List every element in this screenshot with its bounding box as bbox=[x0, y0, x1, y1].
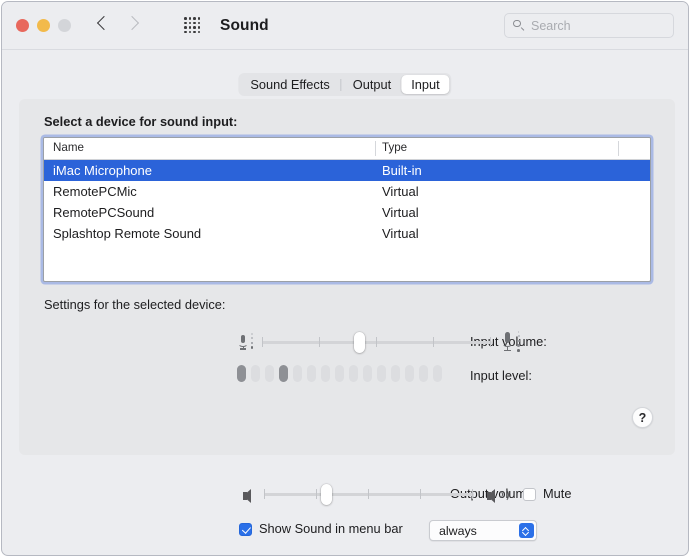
device-type: Virtual bbox=[382, 202, 419, 223]
microphone-small-level-dots bbox=[250, 333, 254, 349]
close-window-button[interactable] bbox=[16, 19, 29, 32]
output-volume-row: Output volume: Mute bbox=[2, 481, 689, 507]
search-placeholder: Search bbox=[531, 19, 571, 33]
device-list-label: Select a device for sound input: bbox=[44, 114, 237, 129]
search-icon bbox=[513, 20, 525, 32]
level-segment bbox=[433, 365, 442, 382]
table-row[interactable]: iMac Microphone Built-in bbox=[44, 160, 650, 181]
column-header-type[interactable]: Type bbox=[382, 141, 407, 154]
slider-tick bbox=[433, 337, 434, 347]
menu-bar-mode-value: always bbox=[439, 524, 477, 538]
microphone-large-icon bbox=[500, 331, 515, 352]
slider-tick bbox=[420, 489, 421, 499]
mute-label[interactable]: Mute bbox=[543, 486, 571, 501]
slider-tick bbox=[472, 489, 473, 499]
level-segment bbox=[419, 365, 428, 382]
tab-output[interactable]: Output bbox=[343, 75, 401, 94]
tab-sound-effects[interactable]: Sound Effects bbox=[240, 75, 339, 94]
input-volume-row: Input volume: bbox=[19, 329, 675, 355]
menu-bar-row: Show Sound in menu bar always bbox=[2, 518, 689, 544]
column-header-name[interactable]: Name bbox=[53, 141, 84, 154]
input-volume-slider[interactable] bbox=[262, 331, 492, 353]
level-segment bbox=[237, 365, 246, 382]
window-titlebar: Sound Search bbox=[2, 2, 688, 50]
input-level-row: Input level: bbox=[19, 365, 675, 387]
slider-tick bbox=[262, 337, 263, 347]
slider-tick bbox=[368, 489, 369, 499]
level-segment bbox=[279, 365, 288, 382]
level-segment bbox=[377, 365, 386, 382]
level-segment bbox=[363, 365, 372, 382]
settings-label: Settings for the selected device: bbox=[44, 297, 225, 312]
slider-tick bbox=[319, 337, 320, 347]
forward-chevron-icon[interactable] bbox=[127, 14, 138, 32]
speaker-high-icon bbox=[487, 486, 507, 503]
table-row[interactable]: RemotePCSound Virtual bbox=[44, 202, 650, 223]
device-type: Virtual bbox=[382, 223, 419, 244]
level-segment bbox=[265, 365, 274, 382]
device-name: Splashtop Remote Sound bbox=[53, 223, 201, 244]
input-device-table[interactable]: Name Type iMac Microphone Built-in Remot… bbox=[43, 137, 651, 282]
show-in-menu-bar-label[interactable]: Show Sound in menu bar bbox=[259, 521, 403, 536]
back-chevron-icon[interactable] bbox=[98, 14, 109, 32]
segmented-tabs: Sound Effects Output Input bbox=[238, 73, 451, 96]
level-segment bbox=[293, 365, 302, 382]
device-name: iMac Microphone bbox=[53, 160, 152, 181]
level-segment bbox=[335, 365, 344, 382]
level-segment bbox=[349, 365, 358, 382]
navigation-buttons bbox=[98, 14, 138, 32]
traffic-lights bbox=[16, 19, 71, 32]
device-type: Virtual bbox=[382, 181, 419, 202]
mute-checkbox[interactable] bbox=[523, 488, 536, 501]
show-in-menu-bar-checkbox[interactable] bbox=[239, 523, 252, 536]
zoom-window-button[interactable] bbox=[58, 19, 71, 32]
input-level-label: Input level: bbox=[470, 368, 675, 383]
speaker-low-icon bbox=[243, 486, 253, 503]
table-row[interactable]: Splashtop Remote Sound Virtual bbox=[44, 223, 650, 244]
tab-separator bbox=[341, 79, 342, 91]
output-volume-slider[interactable] bbox=[264, 483, 474, 505]
column-divider[interactable] bbox=[618, 141, 619, 156]
tab-input[interactable]: Input bbox=[401, 75, 449, 94]
sound-preferences-window: Sound Search Sound Effects Output Input … bbox=[1, 1, 689, 556]
slider-tick bbox=[490, 337, 491, 347]
microphone-large-level-dots bbox=[516, 331, 521, 352]
microphone-small-icon bbox=[237, 334, 249, 350]
input-settings-panel: Select a device for sound input: Name Ty… bbox=[19, 99, 675, 455]
chevron-updown-icon[interactable] bbox=[519, 523, 534, 538]
input-level-meter bbox=[237, 365, 442, 382]
level-segment bbox=[391, 365, 400, 382]
tab-bar: Sound Effects Output Input bbox=[2, 50, 688, 94]
level-segment bbox=[321, 365, 330, 382]
device-name: RemotePCMic bbox=[53, 181, 137, 202]
minimize-window-button[interactable] bbox=[37, 19, 50, 32]
column-divider[interactable] bbox=[375, 141, 376, 156]
table-header: Name Type bbox=[44, 138, 650, 160]
slider-tick bbox=[376, 337, 377, 347]
level-segment bbox=[405, 365, 414, 382]
help-button[interactable]: ? bbox=[632, 407, 653, 428]
slider-tick bbox=[264, 489, 265, 499]
show-all-grid-icon[interactable] bbox=[184, 17, 201, 34]
output-volume-slider-knob[interactable] bbox=[321, 484, 332, 505]
input-volume-slider-knob[interactable] bbox=[354, 332, 365, 353]
table-row[interactable]: RemotePCMic Virtual bbox=[44, 181, 650, 202]
device-name: RemotePCSound bbox=[53, 202, 154, 223]
level-segment bbox=[307, 365, 316, 382]
level-segment bbox=[251, 365, 260, 382]
slider-tick bbox=[316, 489, 317, 499]
page-title: Sound bbox=[220, 17, 269, 35]
search-field[interactable]: Search bbox=[504, 13, 674, 38]
menu-bar-mode-popup[interactable]: always bbox=[429, 520, 537, 541]
device-type: Built-in bbox=[382, 160, 422, 181]
